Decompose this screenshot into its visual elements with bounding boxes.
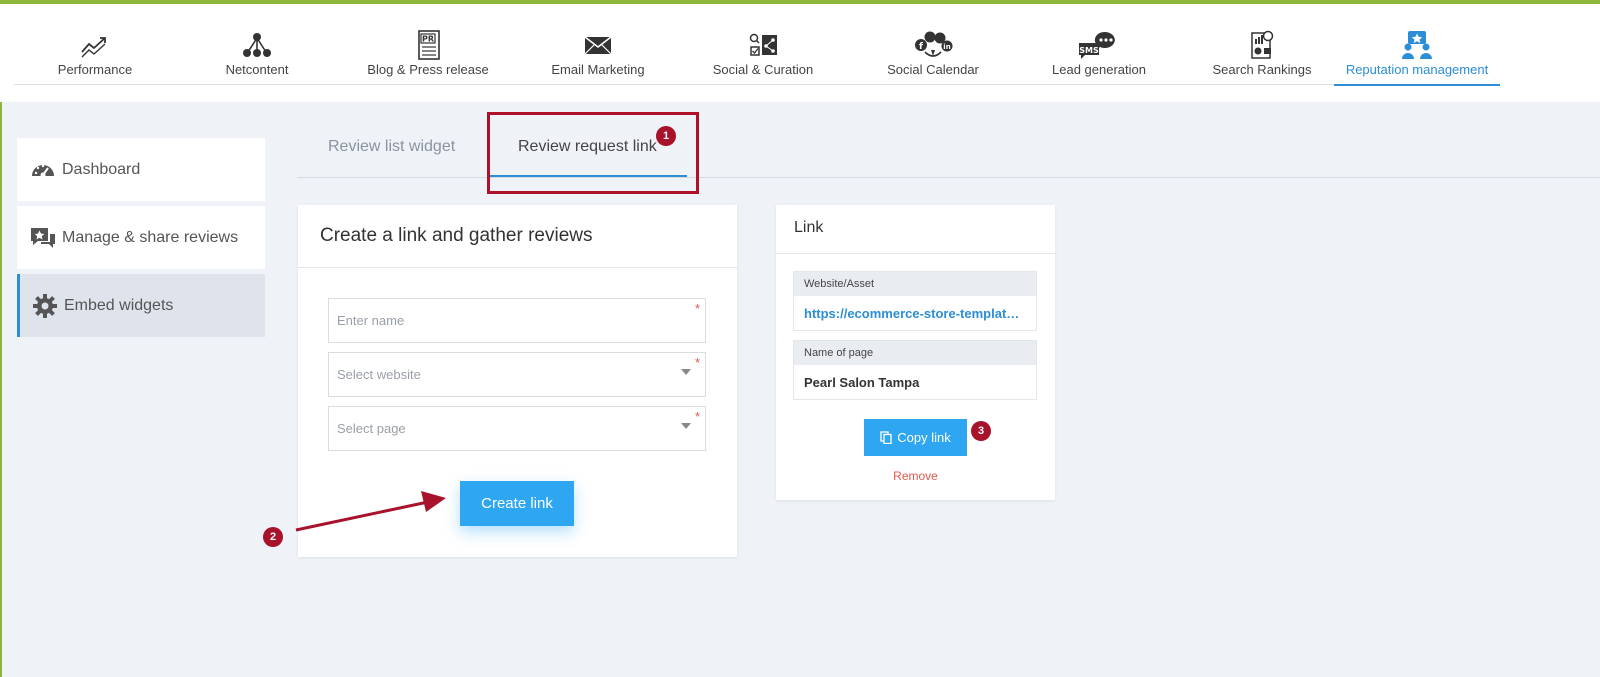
sidebar: Dashboard Manage & share reviews Embed w… (17, 138, 265, 342)
nav-item-blog-press[interactable]: PR Blog & Press release (338, 4, 518, 85)
page-name-label: Name of page (794, 341, 1036, 365)
copy-link-label: Copy link (897, 430, 951, 445)
press-release-icon: PR (418, 30, 440, 60)
svg-text:f: f (919, 42, 923, 52)
email-icon (584, 36, 612, 55)
copy-icon (880, 431, 892, 444)
website-asset-link[interactable]: https://ecommerce-store-template.… (794, 296, 1036, 331)
nav-item-social-curation[interactable]: Social & Curation (678, 4, 848, 85)
create-link-card: Create a link and gather reviews Enter n… (298, 205, 737, 557)
nav-label-social-calendar: Social Calendar (887, 62, 979, 77)
link-card-title: Link (776, 205, 1055, 254)
name-input[interactable]: Enter name * (328, 298, 706, 343)
top-navigation-row: Performance Netcontent PR Blog & Press r… (14, 4, 1500, 86)
search-rankings-icon (1251, 30, 1274, 59)
lead-generation-icon: SMS (1079, 31, 1115, 59)
nav-label-netcontent: Netcontent (225, 62, 289, 77)
review-chat-icon (31, 227, 55, 248)
nav-item-search-rankings[interactable]: Search Rankings (1180, 4, 1344, 85)
sidebar-label-manage-share-reviews: Manage & share reviews (62, 228, 239, 246)
chevron-down-icon (681, 369, 691, 375)
annotation-badge-2: 2 (263, 527, 283, 547)
tab-review-list-widget[interactable]: Review list widget (328, 138, 455, 156)
create-link-button[interactable]: Create link (460, 481, 574, 526)
nav-item-lead-generation[interactable]: SMS Lead generation (1018, 4, 1180, 85)
netcontent-icon (243, 33, 271, 57)
nav-label-lead-generation: Lead generation (1052, 62, 1146, 77)
annotation-highlight-box (487, 112, 699, 194)
sidebar-label-dashboard: Dashboard (62, 160, 141, 178)
nav-label-social-curation: Social & Curation (712, 62, 814, 77)
sidebar-label-embed-widgets: Embed widgets (64, 296, 174, 314)
website-select[interactable]: Select website * (328, 352, 706, 397)
page-select[interactable]: Select page * (328, 406, 706, 451)
nav-label-performance: Performance (57, 62, 133, 77)
speedometer-icon (32, 164, 54, 177)
required-mark: * (694, 355, 700, 370)
annotation-badge-1: 1 (656, 126, 676, 146)
nav-item-netcontent[interactable]: Netcontent (176, 4, 338, 85)
remove-link[interactable]: Remove (776, 469, 1055, 483)
nav-label-reputation-management: Reputation management (1345, 62, 1489, 77)
copy-link-button[interactable]: Copy link (864, 419, 967, 456)
social-calendar-icon: f in (915, 31, 953, 57)
page-name-box: Name of page Pearl Salon Tampa (793, 340, 1037, 400)
annotation-badge-3: 3 (971, 421, 991, 441)
nav-label-blog-press: Blog & Press release (367, 62, 489, 77)
sidebar-item-embed-widgets[interactable]: Embed widgets (17, 274, 265, 337)
nav-item-social-calendar[interactable]: f in Social Calendar (848, 4, 1018, 85)
nav-item-email-marketing[interactable]: Email Marketing (518, 4, 678, 85)
nav-item-performance[interactable]: Performance (14, 4, 176, 85)
name-input-placeholder: Enter name (337, 313, 405, 328)
top-navigation: Performance Netcontent PR Blog & Press r… (0, 4, 1600, 102)
website-asset-label: Website/Asset (794, 272, 1036, 296)
nav-label-search-rankings: Search Rankings (1212, 62, 1312, 77)
link-card: Link Website/Asset https://ecommerce-sto… (776, 205, 1055, 500)
pr-badge-text: PR (422, 35, 434, 44)
required-mark: * (694, 301, 700, 316)
svg-text:in: in (943, 43, 950, 51)
create-link-card-title: Create a link and gather reviews (298, 205, 737, 268)
reputation-icon (1402, 31, 1432, 59)
page-name-value: Pearl Salon Tampa (804, 375, 920, 390)
sms-badge-text: SMS (1079, 46, 1099, 55)
sidebar-item-dashboard[interactable]: Dashboard (17, 138, 265, 201)
required-mark: * (694, 409, 700, 424)
sidebar-item-manage-share-reviews[interactable]: Manage & share reviews (17, 206, 265, 269)
nav-label-email-marketing: Email Marketing (551, 62, 645, 77)
nav-item-reputation-management[interactable]: Reputation management (1334, 4, 1500, 86)
chevron-down-icon (681, 423, 691, 429)
social-curation-icon (749, 33, 777, 56)
website-asset-box: Website/Asset https://ecommerce-store-te… (793, 271, 1037, 331)
website-select-placeholder: Select website (337, 367, 421, 382)
page-select-placeholder: Select page (337, 421, 406, 436)
performance-icon (81, 37, 106, 58)
gear-icon (33, 293, 57, 318)
